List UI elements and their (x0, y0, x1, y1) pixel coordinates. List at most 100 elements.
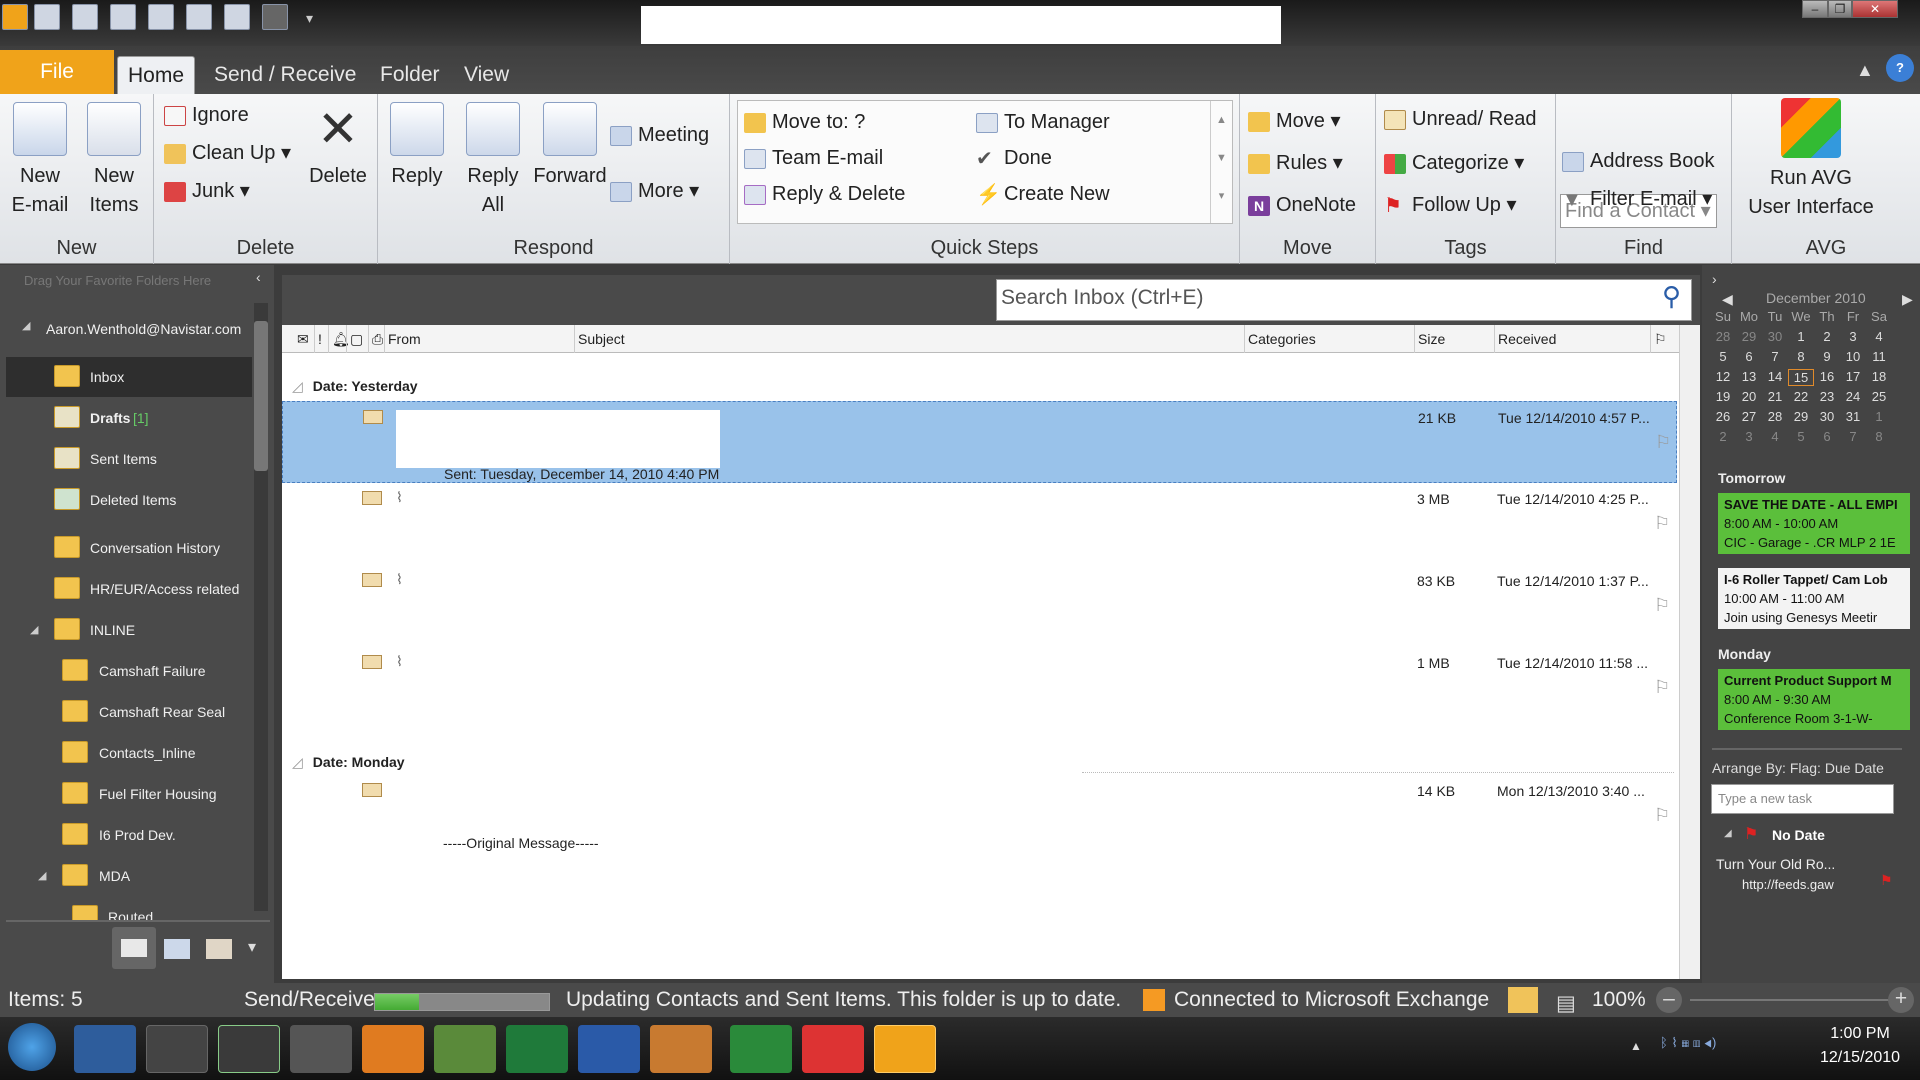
folder-conversation-history[interactable]: Conversation History (0, 528, 254, 568)
rules-button[interactable]: Rules ▾ (1248, 148, 1343, 178)
column-subject[interactable]: Subject (574, 325, 1250, 353)
zoom-in-button[interactable]: + (1888, 987, 1914, 1013)
calendar-day[interactable]: 23 (1814, 389, 1840, 404)
media-player-taskbar-icon[interactable] (362, 1025, 424, 1073)
unread-read-button[interactable]: Unread/ Read (1384, 104, 1537, 134)
calendar-day[interactable]: 25 (1866, 389, 1892, 404)
nav-scrollbar[interactable] (254, 303, 268, 911)
importance-column-icon[interactable]: ✉ (294, 325, 312, 353)
calendar-day[interactable]: 2 (1814, 329, 1840, 344)
clock-app-taskbar-icon[interactable] (146, 1025, 208, 1073)
column-categories[interactable]: Categories (1244, 325, 1410, 353)
tool-taskbar-icon[interactable] (218, 1025, 280, 1073)
calendar-day[interactable]: 28 (1710, 329, 1736, 344)
tab-home[interactable]: Home (117, 56, 196, 94)
meeting-button[interactable]: Meeting (610, 120, 709, 150)
forward-button[interactable]: Forward (530, 102, 610, 191)
calendar-day[interactable]: 6 (1814, 429, 1840, 444)
calendar-day[interactable]: 15 (1788, 369, 1814, 386)
calendar-day[interactable]: 30 (1814, 409, 1840, 424)
quickstep-move-to[interactable]: Move to: ? (744, 107, 865, 137)
move-button[interactable]: Move ▾ (1248, 106, 1341, 136)
quickstep-to-manager[interactable]: To Manager (976, 107, 1110, 137)
send-receive-icon[interactable] (34, 4, 60, 30)
filter-email-button[interactable]: ▼ Filter E-mail ▾ (1562, 184, 1712, 214)
configure-buttons-icon[interactable]: ▾ (248, 937, 256, 957)
calendar-day[interactable]: 9 (1814, 349, 1840, 364)
zoom-level[interactable]: 100% (1592, 983, 1646, 1017)
folder-inline[interactable]: ◢ INLINE (0, 610, 254, 650)
calendar-day[interactable]: 13 (1736, 369, 1762, 384)
calendar-day[interactable]: 14 (1762, 369, 1788, 384)
calendar-day[interactable]: 16 (1814, 369, 1840, 384)
tab-send-receive[interactable]: Send / Receive (204, 56, 366, 94)
tab-file[interactable]: File (0, 50, 114, 94)
calendar-day[interactable]: 29 (1788, 409, 1814, 424)
more-button[interactable]: More ▾ (610, 176, 699, 206)
calendar-day[interactable]: 20 (1736, 389, 1762, 404)
icon-column-icon[interactable]: ▢ (346, 325, 366, 353)
onenote-button[interactable]: N OneNote (1248, 190, 1356, 220)
calendar-day[interactable]: 4 (1762, 429, 1788, 444)
task-title[interactable]: Turn Your Old Ro... (1716, 856, 1835, 872)
group-yesterday[interactable]: ◿ Date: Yesterday (292, 378, 418, 395)
calendar-day[interactable]: 6 (1736, 349, 1762, 364)
list-scrollbar[interactable] (1679, 325, 1700, 979)
clock-date[interactable]: 12/15/2010 (1812, 1049, 1908, 1067)
outlook-app-icon[interactable] (2, 4, 28, 30)
zoom-slider[interactable] (1690, 999, 1894, 1001)
next-month-icon[interactable]: ▶ (1902, 291, 1913, 308)
appointment[interactable]: SAVE THE DATE - ALL EMPI 8:00 AM - 10:00… (1718, 493, 1910, 554)
calendar-day[interactable]: 8 (1788, 349, 1814, 364)
appointment[interactable]: I-6 Roller Tappet/ Cam Lob 10:00 AM - 11… (1718, 568, 1910, 629)
account-name[interactable]: Aaron.Wenthold@Navistar.com (46, 321, 241, 337)
flag-icon[interactable]: ⚐ (1654, 805, 1670, 826)
new-item-icon[interactable] (224, 4, 250, 30)
appointment[interactable]: Current Product Support M 8:00 AM - 9:30… (1718, 669, 1910, 730)
calendar-day[interactable]: 22 (1788, 389, 1814, 404)
message-row[interactable]: ⌇ 3 MB Tue 12/14/2010 4:25 P... ⚐ (282, 483, 1677, 565)
evernote-taskbar-icon[interactable] (434, 1025, 496, 1073)
message-row[interactable]: ⌇ 83 KB Tue 12/14/2010 1:37 P... ⚐ (282, 565, 1677, 647)
calendar-day[interactable]: 3 (1736, 429, 1762, 444)
folder-fuel-filter-housing[interactable]: Fuel Filter Housing (0, 774, 254, 814)
calendar-day[interactable]: 11 (1866, 349, 1892, 364)
message-row[interactable]: -----Original Message----- 14 KB Mon 12/… (282, 775, 1677, 857)
task-link[interactable]: http://feeds.gaw (1742, 877, 1834, 892)
tray-icons[interactable]: ᛒ ⌇ ▦ ▥ ◀) (1660, 1035, 1750, 1059)
calendar-day[interactable]: 10 (1840, 349, 1866, 364)
quickstep-create-new[interactable]: ⚡ Create New (976, 179, 1110, 209)
collapse-nav-icon[interactable]: ‹ (256, 269, 261, 285)
exchange-status[interactable]: Connected to Microsoft Exchange (1174, 983, 1489, 1017)
outlook-taskbar-icon[interactable] (874, 1025, 936, 1073)
calendar-day[interactable]: 31 (1840, 409, 1866, 424)
send-receive-status[interactable]: Send/Receive (244, 983, 375, 1017)
contacts-nav-icon[interactable] (206, 939, 232, 959)
calendar-day[interactable]: 7 (1840, 429, 1866, 444)
close-button[interactable]: ✕ (1852, 0, 1898, 18)
calendar-day[interactable]: 12 (1710, 369, 1736, 384)
calendar-day[interactable]: 21 (1762, 389, 1788, 404)
ignore-button[interactable]: Ignore (164, 100, 249, 130)
search-icon[interactable]: ⚲ (1662, 281, 1681, 312)
reading-view-icon[interactable]: ▤ (1556, 987, 1576, 1021)
message-row[interactable]: Sent: Tuesday, December 14, 2010 4:40 PM… (282, 401, 1677, 483)
undo-icon[interactable] (262, 4, 288, 30)
address-book-button[interactable]: Address Book (1562, 146, 1715, 176)
flag-icon[interactable]: ⚐ (1654, 595, 1670, 616)
calendar-day[interactable]: 8 (1866, 429, 1892, 444)
calendar-icon[interactable] (186, 4, 212, 30)
expand-arrow-icon[interactable]: ◢ (22, 319, 30, 332)
folder-deleted-items[interactable]: Deleted Items (0, 480, 254, 520)
expand-todo-icon[interactable]: › (1712, 271, 1717, 287)
quickstep-team-email[interactable]: Team E-mail (744, 143, 883, 173)
clock-time[interactable]: 1:00 PM (1812, 1025, 1908, 1043)
minimize-button[interactable]: – (1802, 0, 1828, 18)
arrange-by-header[interactable]: Arrange By: Flag: Due Date (1712, 760, 1884, 776)
expand-arrow-icon[interactable]: ◢ (38, 856, 46, 896)
calendar-day[interactable]: 19 (1710, 389, 1736, 404)
calendar-day[interactable]: 30 (1762, 329, 1788, 344)
attachment-column-icon[interactable]: ⎙ (368, 325, 384, 353)
categorize-button[interactable]: Categorize ▾ (1384, 148, 1524, 178)
quickstep-reply-delete[interactable]: Reply & Delete (744, 179, 905, 209)
